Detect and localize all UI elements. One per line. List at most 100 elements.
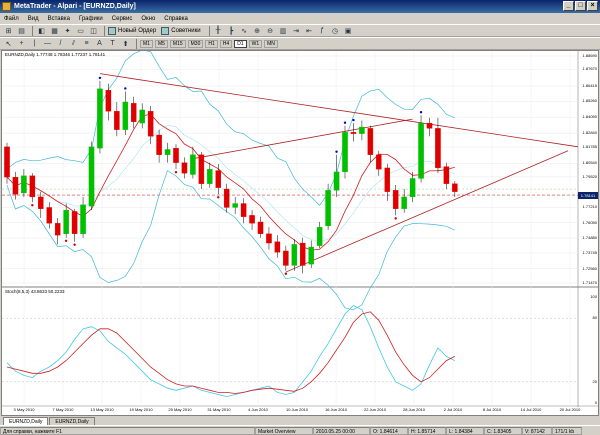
trendline-channel xyxy=(192,118,413,160)
menu-file[interactable]: Файл xyxy=(4,16,19,22)
candle-body xyxy=(105,89,112,112)
new-chart-icon[interactable]: ⊞ xyxy=(3,26,14,36)
chart-window[interactable]: EURNZD,Daily 1.77748 1.78346 1.77237 1.7… xyxy=(1,50,599,416)
fractal-up-marker xyxy=(352,118,355,122)
stochastic-level-label: 100 xyxy=(590,294,597,299)
price-label: 1.71470 xyxy=(582,280,597,285)
tester-icon[interactable]: ◫ xyxy=(88,26,99,36)
data-window-icon[interactable]: ▦ xyxy=(49,26,60,36)
status-bar: Для справки, нажмите F1 Market Overview … xyxy=(0,425,600,435)
candle-body xyxy=(316,227,323,246)
timeframe-m1[interactable]: M1 xyxy=(140,39,153,48)
candle-body xyxy=(156,134,162,155)
zoom-in-icon[interactable]: ⊕ xyxy=(252,26,263,36)
autoscroll-icon[interactable]: ⇥ xyxy=(291,26,302,36)
date-label: 10 Jun 2010 xyxy=(285,407,309,412)
candle-body xyxy=(46,207,53,224)
line-chart-icon[interactable]: ∿ xyxy=(239,26,250,36)
chart-tab-1[interactable]: EURNZD,Daily xyxy=(3,417,49,425)
label-icon[interactable]: T xyxy=(107,39,118,49)
status-datetime: 2010.05.25 00:00 xyxy=(313,426,370,435)
candle-body xyxy=(392,190,399,209)
candlestick-icon[interactable]: ┣ xyxy=(226,26,237,36)
toolbar-separator xyxy=(208,25,210,36)
drawing-toolbar: ↖ + | — / ⫽ ≡ A T ⬆ M1 M5 M15 M30 H1 H4 … xyxy=(0,37,600,50)
chart-shift-icon[interactable]: ⇤ xyxy=(304,26,315,36)
expert-advisors-icon xyxy=(161,26,170,35)
close-button[interactable]: × xyxy=(587,1,598,11)
navigator-icon[interactable]: ✦ xyxy=(62,26,73,36)
cursor-icon[interactable]: ↖ xyxy=(3,39,14,49)
date-label: 25 May 2010 xyxy=(168,407,192,412)
templates-icon[interactable]: ▣ xyxy=(343,26,354,36)
maximize-button[interactable]: □ xyxy=(575,1,586,11)
candle-body xyxy=(29,175,36,198)
candle-body xyxy=(367,128,374,155)
menu-view[interactable]: Вид xyxy=(28,16,39,22)
bar-chart-icon[interactable]: ╫ xyxy=(213,26,224,36)
candle-body xyxy=(435,128,441,169)
window-title: MetaTrader - Alpari - [EURNZD,Daily] xyxy=(14,3,136,10)
indicators-icon[interactable]: ƒ xyxy=(317,26,328,36)
horizontal-line-icon[interactable]: — xyxy=(42,39,53,49)
chart-tab-2[interactable]: EURNZD,Daily xyxy=(49,417,95,425)
stochastic-level-label: 20 xyxy=(592,378,597,384)
profiles-icon[interactable]: ▤ xyxy=(16,26,27,36)
menu-charts[interactable]: Графики xyxy=(79,16,103,22)
expert-advisors-button[interactable]: Советники xyxy=(161,26,201,35)
candle-body xyxy=(308,246,314,265)
candle-body xyxy=(418,122,424,179)
fibonacci-icon[interactable]: ≡ xyxy=(81,39,92,49)
tile-windows-icon[interactable]: ▥ xyxy=(278,26,289,36)
fractal-down-marker xyxy=(73,243,76,246)
candle-body xyxy=(274,241,281,253)
vertical-line-icon[interactable]: | xyxy=(29,39,40,49)
timeframe-w1[interactable]: W1 xyxy=(248,39,263,48)
zoom-out-icon[interactable]: ⊖ xyxy=(265,26,276,36)
fractal-down-marker xyxy=(31,203,34,207)
minimize-button[interactable]: _ xyxy=(563,1,574,11)
timeframe-h1[interactable]: H1 xyxy=(205,39,218,48)
candle-body xyxy=(401,196,407,209)
arrows-icon[interactable]: ⬆ xyxy=(120,39,131,49)
market-watch-icon[interactable]: ◧ xyxy=(36,26,47,36)
date-label: 7 May 2010 xyxy=(52,407,74,412)
candle-body xyxy=(409,178,416,198)
crosshair-icon[interactable]: + xyxy=(16,39,27,49)
candle-body xyxy=(80,204,86,234)
terminal-icon[interactable]: ▭ xyxy=(75,26,86,36)
date-label: 4 Jun 2010 xyxy=(248,407,268,412)
standard-toolbar: ⊞ ▤ ◧ ▦ ✦ ▭ ◫ Новый Ордер Советники ╫ ┣ … xyxy=(0,24,600,37)
chart-canvas[interactable] xyxy=(2,51,599,416)
symbol-info-label: EURNZD,Daily 1.77748 1.78346 1.77237 1.7… xyxy=(5,52,106,57)
menu-window[interactable]: Окно xyxy=(141,16,155,22)
candle-body xyxy=(97,88,103,149)
chart-tabs: EURNZD,Daily EURNZD,Daily xyxy=(1,416,599,425)
timeframe-m30[interactable]: M30 xyxy=(187,39,204,48)
menu-tools[interactable]: Сервис xyxy=(112,16,133,22)
app-icon xyxy=(2,2,11,11)
timeframe-mn[interactable]: MN xyxy=(264,39,278,48)
metatrader-window: MetaTrader - Alpari - [EURNZD,Daily] _ □… xyxy=(0,0,600,435)
date-label: 2 Jul 2010 xyxy=(443,407,463,412)
trendline-upper xyxy=(99,73,579,148)
timeframe-d1[interactable]: D1 xyxy=(234,39,247,48)
timeframe-m15[interactable]: M15 xyxy=(169,39,186,48)
toolbar-separator xyxy=(104,25,105,36)
candle-body xyxy=(223,188,230,208)
new-order-button[interactable]: Новый Ордер xyxy=(108,26,156,35)
menu-insert[interactable]: Вставка xyxy=(48,16,70,22)
candle-body xyxy=(139,109,145,124)
menu-help[interactable]: Справка xyxy=(164,16,188,22)
price-label: 1.72560 xyxy=(582,265,597,271)
text-icon[interactable]: A xyxy=(94,39,105,49)
timeframe-h4[interactable]: H4 xyxy=(219,39,233,48)
trendline-icon[interactable]: / xyxy=(55,39,66,49)
channel-icon[interactable]: ⫽ xyxy=(68,39,79,49)
timeframe-m5[interactable]: M5 xyxy=(154,39,168,48)
periods-icon[interactable]: ◷ xyxy=(330,26,341,36)
date-label: 31 May 2010 xyxy=(207,407,231,412)
price-label: 1.84050 xyxy=(582,114,597,120)
candle-body xyxy=(130,103,137,122)
fractal-down-marker xyxy=(174,171,178,174)
